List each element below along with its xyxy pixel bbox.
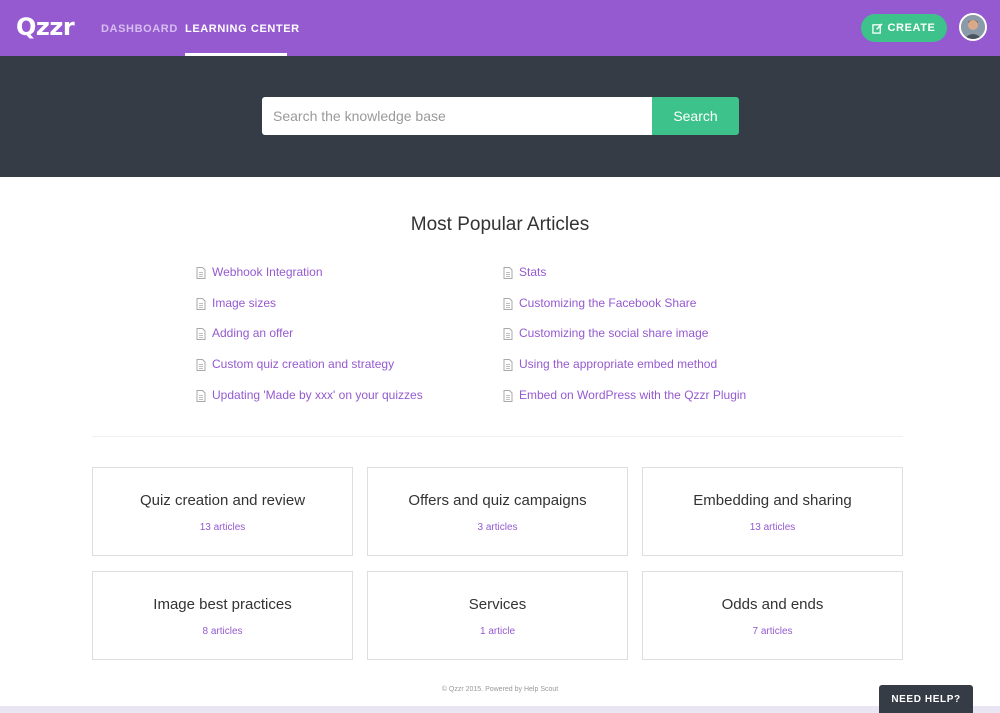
popular-articles-title: Most Popular Articles [410,214,590,235]
article-link[interactable]: Custom quiz creation and strategy [196,357,394,372]
article-link[interactable]: Adding an offer [196,326,293,341]
document-icon [196,266,206,279]
article-link[interactable]: Embed on WordPress with the Qzzr Plugin [503,388,746,403]
top-nav: Qzzr DASHBOARD LEARNING CENTER CREATE [0,0,1000,56]
category-count: 13 articles [749,522,796,533]
user-avatar[interactable] [959,13,987,41]
category-title: Odds and ends [721,596,824,613]
category-card[interactable]: Services 1 article [367,571,628,660]
bottom-strip [0,706,1000,713]
category-card[interactable]: Quiz creation and review 13 articles [92,467,353,556]
category-title: Quiz creation and review [139,492,306,509]
document-icon [196,358,206,371]
create-button[interactable]: CREATE [861,14,947,42]
article-link[interactable]: Customizing the Facebook Share [503,296,696,311]
article-title: Custom quiz creation and strategy [212,357,395,371]
article-title: Customizing the social share image [519,326,709,340]
avatar-image [961,15,985,39]
article-link[interactable]: Image sizes [196,296,276,311]
category-count: 13 articles [199,522,246,533]
category-title: Image best practices [153,596,292,613]
category-count: 8 articles [202,626,243,637]
search-band: Search [0,56,1000,177]
category-title: Embedding and sharing [693,492,852,509]
category-title: Services [468,596,527,613]
article-title: Webhook Integration [212,265,323,279]
article-title: Adding an offer [212,326,294,340]
category-count: 3 articles [477,522,518,533]
nav-learning-center[interactable]: LEARNING CENTER [185,22,300,36]
document-icon [503,327,513,340]
document-icon [503,358,513,371]
article-link[interactable]: Stats [503,265,546,280]
category-card[interactable]: Embedding and sharing 13 articles [642,467,903,556]
document-icon [503,389,513,402]
document-icon [196,389,206,402]
category-count: 7 articles [752,626,793,637]
search-input[interactable] [262,97,652,135]
need-help-button[interactable]: NEED HELP? [879,685,973,713]
category-card[interactable]: Odds and ends 7 articles [642,571,903,660]
document-icon [196,297,206,310]
article-title: Using the appropriate embed method [519,357,718,371]
article-link[interactable]: Webhook Integration [196,265,323,280]
category-title: Offers and quiz campaigns [408,492,587,509]
document-icon [196,327,206,340]
category-card[interactable]: Offers and quiz campaigns 3 articles [367,467,628,556]
create-button-label: CREATE [887,22,936,34]
section-divider [92,436,903,437]
article-link[interactable]: Updating 'Made by xxx' on your quizzes [196,388,423,403]
footer-credit: © Qzzr 2015. Powered by Help Scout [441,686,559,693]
category-count: 1 article [479,626,515,637]
qzzr-logo[interactable]: Qzzr [16,13,75,41]
document-icon [503,297,513,310]
edit-icon [872,22,884,34]
document-icon [503,266,513,279]
article-title: Image sizes [212,296,277,310]
article-title: Embed on WordPress with the Qzzr Plugin [519,388,747,402]
article-link[interactable]: Customizing the social share image [503,326,708,341]
nav-dashboard[interactable]: DASHBOARD [101,22,178,36]
category-card[interactable]: Image best practices 8 articles [92,571,353,660]
search-button[interactable]: Search [652,97,739,135]
article-title: Updating 'Made by xxx' on your quizzes [212,388,423,402]
article-title: Customizing the Facebook Share [519,296,697,310]
article-link[interactable]: Using the appropriate embed method [503,357,717,372]
article-title: Stats [519,265,547,279]
